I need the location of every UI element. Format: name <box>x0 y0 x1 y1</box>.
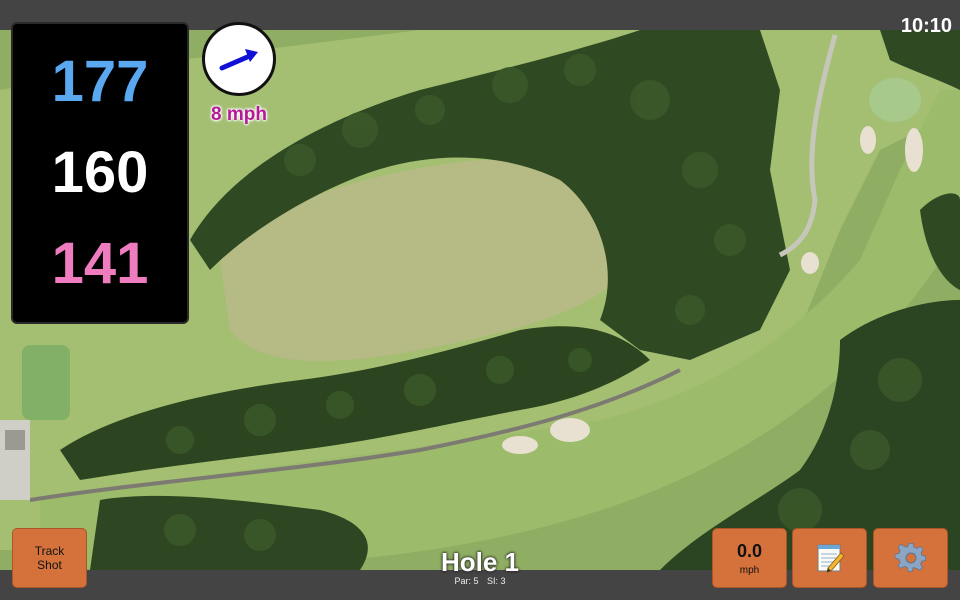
si-text: SI: 3 <box>487 576 506 586</box>
wind-speed: 8 mph <box>211 104 267 125</box>
center-distance: 160 <box>51 139 149 205</box>
gear-icon <box>894 542 926 572</box>
track-shot-button[interactable]: Track Shot <box>12 528 87 588</box>
hole-info: Hole 1 Par: 5 SI: 3 <box>400 548 560 586</box>
hole-title: Hole 1 <box>440 547 520 577</box>
clock: 10:10 <box>900 15 952 37</box>
speed-button[interactable]: 0.0 mph <box>712 528 787 588</box>
wind-dial <box>202 22 276 96</box>
speed-value: 0.0 <box>736 540 763 561</box>
settings-button[interactable] <box>873 528 948 588</box>
par-text: Par: 5 <box>454 576 479 586</box>
notes-button[interactable] <box>792 528 867 588</box>
track-shot-label-line1: Track <box>34 544 65 558</box>
wind-arrow-icon <box>219 49 258 71</box>
back-distance: 177 <box>51 48 149 114</box>
notepad-icon <box>817 544 845 573</box>
hole-details: Par: 5 SI: 3 <box>400 576 560 586</box>
front-distance: 141 <box>51 231 149 297</box>
track-shot-label-line2: Shot <box>37 558 62 572</box>
distance-panel: 177 160 141 <box>11 22 189 324</box>
speed-unit: mph <box>739 564 760 576</box>
